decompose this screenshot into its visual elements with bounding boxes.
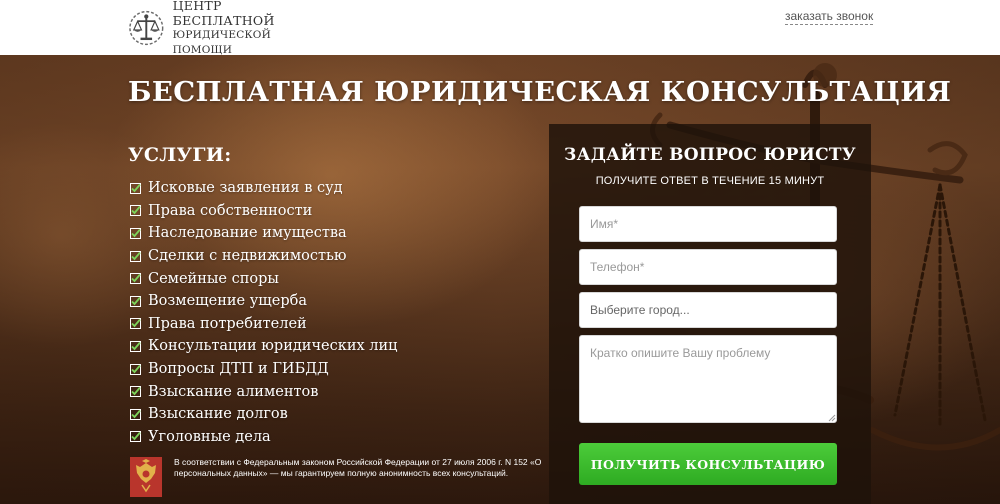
list-item: Исковые заявления в суд <box>130 177 397 200</box>
logo[interactable]: ЦЕНТР БЕСПЛАТНОЙ ЮРИДИЧЕСКОЙ ПОМОЩИ <box>128 0 328 56</box>
resize-handle-icon[interactable] <box>828 414 836 422</box>
service-label: Права потребителей <box>148 315 307 332</box>
checkbox-check-icon <box>130 431 141 443</box>
checkbox-check-icon <box>130 250 141 262</box>
list-item: Наследование имущества <box>130 222 397 245</box>
logo-title-line2: ЮРИДИЧЕСКОЙ ПОМОЩИ <box>172 29 271 56</box>
service-label: Возмещение ущерба <box>148 293 307 310</box>
get-consultation-button[interactable]: ПОЛУЧИТЬ КОНСУЛЬТАЦИЮ <box>579 443 837 485</box>
city-select-value: Выберите город... <box>590 303 690 317</box>
list-item: Уголовные дела <box>130 426 397 449</box>
list-item: Права собственности <box>130 200 397 223</box>
list-item: Вопросы ДТП и ГИБДД <box>130 358 397 381</box>
request-callback-link[interactable]: заказать звонок <box>785 9 874 25</box>
name-field[interactable] <box>579 206 837 242</box>
logo-text: ЦЕНТР БЕСПЛАТНОЙ ЮРИДИЧЕСКОЙ ПОМОЩИ <box>173 0 328 58</box>
logo-title-line1: ЦЕНТР БЕСПЛАТНОЙ <box>172 0 275 28</box>
list-item: Возмещение ущерба <box>130 290 397 313</box>
consultation-form: ЗАДАЙТЕ ВОПРОС ЮРИСТУ ПОЛУЧИТЕ ОТВЕТ В Т… <box>549 124 871 504</box>
list-item: Взыскание долгов <box>130 403 397 426</box>
checkbox-check-icon <box>130 386 141 398</box>
hero-section: БЕСПЛАТНАЯ ЮРИДИЧЕСКАЯ КОНСУЛЬТАЦИЯ УСЛУ… <box>0 55 1000 504</box>
service-label: Исковые заявления в суд <box>148 180 343 197</box>
service-label: Права собственности <box>148 202 313 219</box>
services-title: УСЛУГИ: <box>128 144 232 166</box>
list-item: Взыскание алиментов <box>130 380 397 403</box>
hero-title: БЕСПЛАТНАЯ ЮРИДИЧЕСКАЯ КОНСУЛЬТАЦИЯ <box>128 76 952 108</box>
service-label: Наследование имущества <box>148 225 347 242</box>
checkbox-check-icon <box>130 182 141 194</box>
form-subtitle: ПОЛУЧИТЕ ОТВЕТ В ТЕЧЕНИЕ 15 МИНУТ <box>595 175 825 187</box>
checkbox-check-icon <box>130 273 141 285</box>
list-item: Сделки с недвижимостью <box>130 245 397 268</box>
list-item: Семейные споры <box>130 267 397 290</box>
checkbox-check-icon <box>130 408 141 420</box>
checkbox-check-icon <box>130 205 141 217</box>
russian-coat-of-arms-icon <box>130 457 162 497</box>
service-label: Уголовные дела <box>148 428 271 445</box>
services-list: Исковые заявления в суд Права собственно… <box>130 177 397 448</box>
privacy-notice: В соответствии с Федеральным законом Рос… <box>130 457 550 497</box>
form-title: ЗАДАЙТЕ ВОПРОС ЮРИСТУ <box>564 145 856 165</box>
service-label: Сделки с недвижимостью <box>148 248 347 265</box>
site-header: ЦЕНТР БЕСПЛАТНОЙ ЮРИДИЧЕСКОЙ ПОМОЩИ зака… <box>0 0 1000 56</box>
checkbox-check-icon <box>130 227 141 239</box>
checkbox-check-icon <box>130 295 141 307</box>
problem-description-field[interactable] <box>579 335 837 423</box>
justice-emblem-icon <box>129 10 164 46</box>
service-label: Взыскание алиментов <box>148 383 319 400</box>
service-label: Семейные споры <box>148 270 279 287</box>
city-select[interactable]: Выберите город... <box>579 292 837 328</box>
list-item: Права потребителей <box>130 313 397 336</box>
checkbox-check-icon <box>130 340 141 352</box>
service-label: Вопросы ДТП и ГИБДД <box>148 361 329 378</box>
list-item: Консультации юридических лиц <box>130 335 397 358</box>
privacy-text: В соответствии с Федеральным законом Рос… <box>174 457 542 478</box>
checkbox-check-icon <box>130 318 141 330</box>
service-label: Консультации юридических лиц <box>148 338 398 355</box>
phone-field[interactable] <box>579 249 837 285</box>
service-label: Взыскание долгов <box>148 406 288 423</box>
checkbox-check-icon <box>130 363 141 375</box>
